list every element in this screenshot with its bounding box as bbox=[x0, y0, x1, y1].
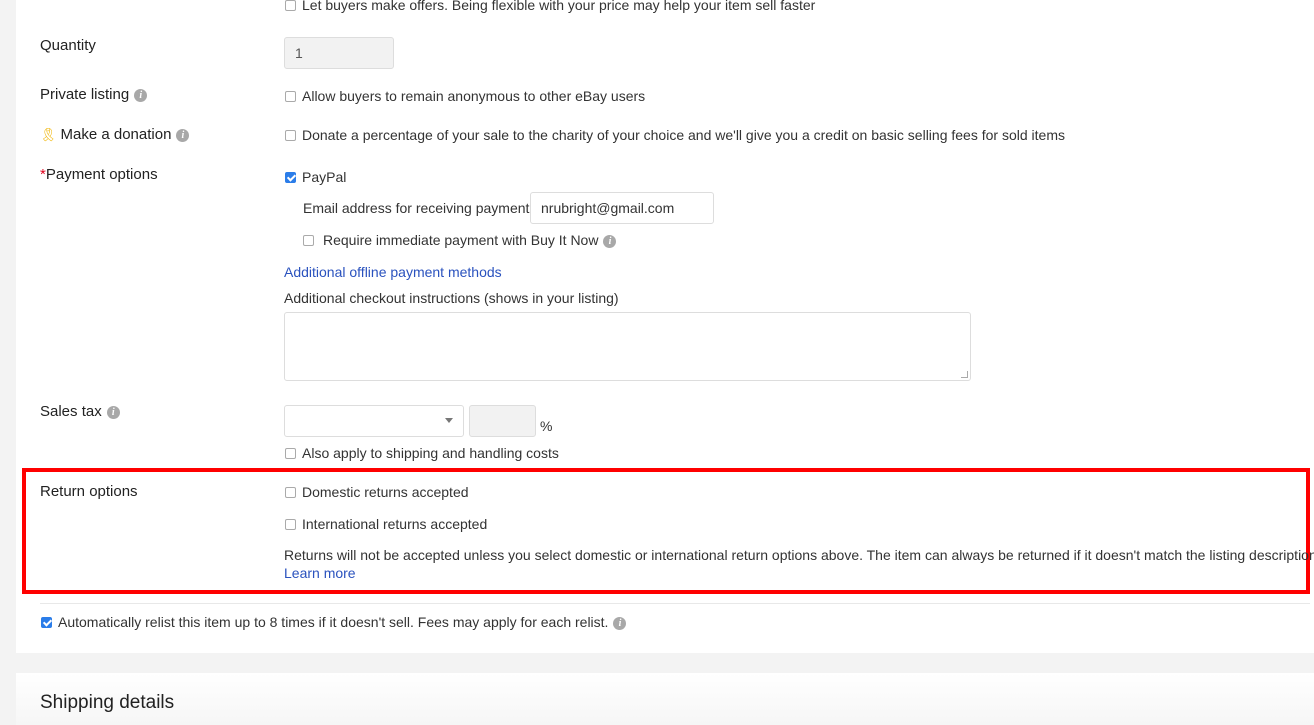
shipping-details-panel bbox=[16, 673, 1314, 725]
paypal-checkbox[interactable] bbox=[285, 172, 296, 183]
immediate-payment-label: Require immediate payment with Buy It No… bbox=[323, 232, 599, 248]
immediate-payment-row: Require immediate payment with Buy It No… bbox=[323, 232, 617, 248]
shipping-details-title: Shipping details bbox=[40, 692, 175, 713]
auto-relist-row: Automatically relist this item up to 8 t… bbox=[58, 614, 627, 630]
tax-shipping-label: Also apply to shipping and handling cost… bbox=[302, 445, 559, 461]
donation-option: Donate a percentage of your sale to the … bbox=[302, 127, 1065, 143]
private-listing-option: Allow buyers to remain anonymous to othe… bbox=[302, 88, 646, 104]
immediate-payment-checkbox[interactable] bbox=[303, 235, 314, 246]
info-icon[interactable]: i bbox=[603, 234, 617, 248]
donation-checkbox[interactable] bbox=[285, 130, 296, 141]
donation-row-label: 🎗︎ Make a donation i bbox=[40, 126, 190, 143]
best-offer-label: Let buyers make offers. Being flexible w… bbox=[302, 0, 816, 13]
tax-shipping-checkbox[interactable] bbox=[285, 448, 296, 459]
paypal-label: PayPal bbox=[302, 169, 347, 185]
checkout-instructions-label: Additional checkout instructions (shows … bbox=[284, 290, 619, 306]
international-returns-label: International returns accepted bbox=[302, 516, 488, 532]
private-listing-row-label: Private listing i bbox=[40, 86, 148, 103]
paypal-email-input[interactable] bbox=[530, 192, 714, 224]
return-options-label: Return options bbox=[40, 483, 138, 500]
tax-rate-input[interactable] bbox=[469, 405, 536, 437]
auto-relist-label: Automatically relist this item up to 8 t… bbox=[58, 614, 609, 630]
info-icon[interactable]: i bbox=[613, 616, 627, 630]
learn-more-link[interactable]: Learn more bbox=[284, 565, 356, 581]
email-label: Email address for receiving payment: bbox=[303, 200, 534, 216]
private-listing-checkbox[interactable] bbox=[285, 91, 296, 102]
highlight-box bbox=[22, 468, 1310, 594]
info-icon[interactable]: i bbox=[134, 88, 148, 102]
returns-note: Returns will not be accepted unless you … bbox=[284, 547, 1314, 563]
best-offer-checkbox[interactable] bbox=[285, 0, 296, 11]
payment-options-label: Payment options bbox=[45, 166, 158, 183]
percent-symbol: % bbox=[540, 418, 553, 434]
offline-payment-methods-link[interactable]: Additional offline payment methods bbox=[284, 264, 502, 280]
sales-tax-label: Sales tax bbox=[40, 403, 102, 420]
info-icon[interactable]: i bbox=[106, 405, 120, 419]
international-returns-checkbox[interactable] bbox=[285, 519, 296, 530]
tax-state-select[interactable] bbox=[284, 405, 464, 437]
donation-label: Make a donation bbox=[60, 126, 172, 143]
quantity-label: Quantity bbox=[40, 37, 96, 54]
sales-tax-row-label: Sales tax i bbox=[40, 403, 120, 420]
checkout-instructions-textarea[interactable] bbox=[284, 312, 971, 381]
payment-options-row-label: *Payment options bbox=[40, 166, 158, 183]
domestic-returns-label: Domestic returns accepted bbox=[302, 484, 469, 500]
auto-relist-checkbox[interactable] bbox=[41, 617, 52, 628]
ribbon-icon: 🎗︎ bbox=[40, 127, 57, 142]
divider bbox=[40, 603, 1310, 604]
info-icon[interactable]: i bbox=[176, 128, 190, 142]
domestic-returns-checkbox[interactable] bbox=[285, 487, 296, 498]
quantity-input[interactable] bbox=[284, 37, 394, 69]
resize-handle-icon[interactable] bbox=[961, 371, 968, 378]
private-listing-label: Private listing bbox=[40, 86, 130, 103]
chevron-down-icon bbox=[445, 418, 453, 423]
